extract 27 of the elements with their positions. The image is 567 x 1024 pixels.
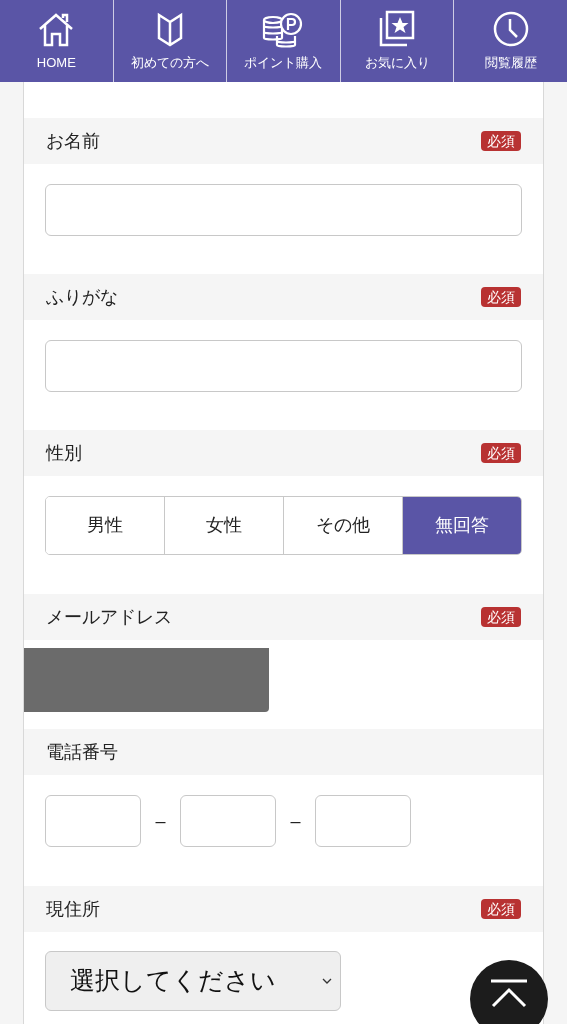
phone-input-field[interactable]: [45, 795, 141, 847]
field-label: 性別: [46, 441, 82, 465]
prefecture-select[interactable]: 選択してください: [45, 951, 341, 1011]
field-label: 現住所: [46, 897, 100, 921]
phone-input-field[interactable]: [180, 795, 276, 847]
dash-separator: –: [289, 809, 302, 833]
field-label: 電話番号: [46, 740, 118, 764]
input-field[interactable]: [45, 184, 522, 236]
select-value: 選択してください: [70, 965, 276, 997]
clock-icon: [491, 10, 530, 48]
field-label: メールアドレス: [46, 605, 172, 629]
chevron-down-icon: [322, 978, 332, 984]
field-label: ふりがな: [46, 285, 118, 309]
phone-input-field[interactable]: [315, 795, 411, 847]
leaf-mark-icon: [155, 12, 184, 48]
arrow-up-icon: [489, 978, 529, 1010]
dash-separator: –: [154, 809, 167, 833]
star-pages-icon: [378, 10, 417, 48]
required-badge: 必須: [481, 607, 521, 627]
required-badge: 必須: [481, 443, 521, 463]
required-badge: 必須: [481, 899, 521, 919]
required-badge: 必須: [481, 131, 521, 151]
nav-item[interactable]: HOME: [0, 0, 113, 82]
gender-option[interactable]: 無回答: [402, 497, 521, 554]
field-label: お名前: [46, 129, 100, 153]
required-badge: 必須: [481, 287, 521, 307]
input-field[interactable]: [45, 340, 522, 392]
